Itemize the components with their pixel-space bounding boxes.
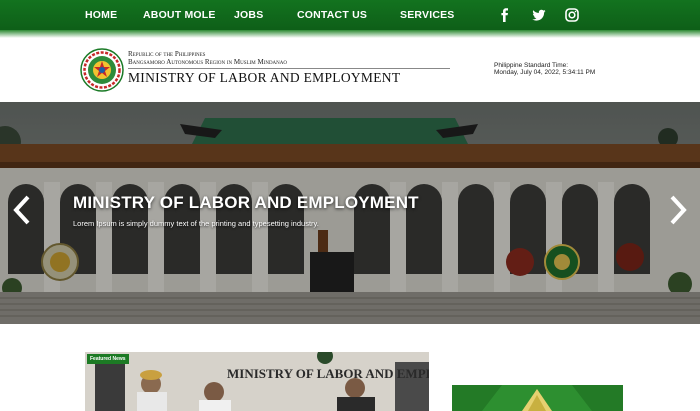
header-divider <box>128 68 450 69</box>
ministry-title: MINISTRY OF LABOR AND EMPLOYMENT <box>128 70 401 85</box>
featured-news-image[interactable]: MINISTRY OF LABOR AND EMPLOY <box>85 352 429 411</box>
nav-home[interactable]: HOME <box>85 9 117 21</box>
prev-slide-icon[interactable] <box>11 194 33 226</box>
side-banner-graphic <box>452 385 623 411</box>
top-nav-fade <box>0 30 700 38</box>
nav-jobs[interactable]: JOBS <box>234 9 263 21</box>
org-region-label: Bangsamoro Autonomous Region in Muslim M… <box>128 58 288 66</box>
nav-services[interactable]: SERVICES <box>400 9 455 21</box>
facebook-icon[interactable] <box>498 8 512 22</box>
hero-slider[interactable] <box>0 102 700 324</box>
org-country-label: Republic of the Philippines <box>128 50 206 58</box>
instagram-icon[interactable] <box>565 8 579 22</box>
ministry-seal-logo[interactable] <box>80 48 124 92</box>
next-slide-icon[interactable] <box>667 194 689 226</box>
nav-about-mole[interactable]: ABOUT MOLE <box>143 9 216 21</box>
featured-caption: MINISTRY OF LABOR AND EMPLOY <box>227 366 429 381</box>
nav-contact-us[interactable]: CONTACT US <box>297 9 367 21</box>
hero-image <box>0 102 700 324</box>
hero-title: MINISTRY OF LABOR AND EMPLOYMENT <box>73 193 419 212</box>
pst-time: Monday, July 04, 2022, 5:34:11 PM <box>494 69 596 76</box>
pst-label: Philippine Standard Time: <box>494 62 569 69</box>
featured-news-badge: Featured News <box>87 354 129 364</box>
twitter-icon[interactable] <box>532 8 546 22</box>
side-banner[interactable] <box>452 385 623 411</box>
hero-subtitle: Lorem Ipsum is simply dummy text of the … <box>73 219 319 228</box>
